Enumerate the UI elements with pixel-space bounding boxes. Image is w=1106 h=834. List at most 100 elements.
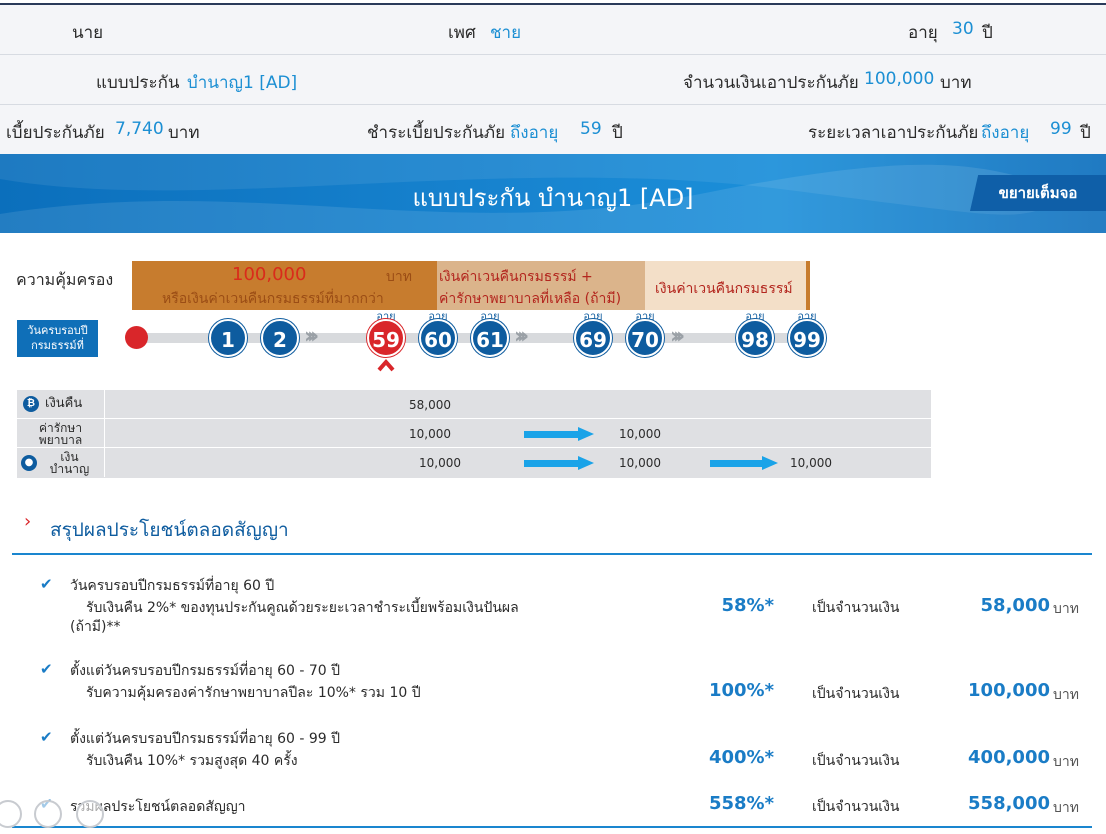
summary-item-heading: วันครบรอบปีกรมธรรม์ที่อายุ 60 ปี (70, 578, 275, 594)
check-icon: ✔ (40, 728, 53, 746)
chevron-right-icon: ››› (670, 324, 685, 349)
benefit-value: 10,000 (409, 427, 451, 441)
coverage-amount: 100,000 (232, 264, 307, 285)
benefit-value: 10,000 (419, 456, 461, 470)
timeline-age-99: 99 (788, 319, 826, 357)
coverage-term-prefix: ถึงอายุ (981, 123, 1030, 143)
summary-item-percent: 400%* (708, 747, 774, 768)
sum-assured-label: จำนวนเงินเอาประกันภัย (683, 73, 859, 93)
coverage-segment-death-benefit: 100,000 บาท หรือเงินค่าเวนคืนกรมธรรม์ที่… (132, 261, 437, 310)
summary-item-as-amount: เป็นจำนวนเงิน (812, 686, 900, 702)
summary-item-amount: 100,000 (968, 680, 1050, 701)
anniversary-badge: วันครบรอบปี กรมธรรม์ที่ (17, 320, 98, 357)
benefit-value: 10,000 (619, 456, 661, 470)
summary-item-unit: บาท (1053, 754, 1079, 770)
summary-total-amount: 558,000 (968, 793, 1050, 814)
coverage-unit: บาท (386, 269, 412, 285)
timeline-age-70: 70 (626, 319, 664, 357)
coverage-segment-surrender-medical: เงินค่าเวนคืนกรมธรรม์ + ค่ารักษาพยาบาลที… (437, 261, 645, 310)
summary-total-percent: 558%* (708, 793, 774, 814)
summary-item-detail-cont: (ถ้ามี)** (70, 619, 121, 635)
plan-value: บำนาญ1 [AD] (187, 73, 298, 93)
benefit-name: เงินคืน (45, 396, 83, 411)
summary-item-detail: รับความคุ้มครองค่ารักษาพยาบาลปีละ 10%* ร… (86, 685, 421, 701)
benefit-name-line2: บำนาญ (49, 462, 90, 476)
summary-item-amount: 58,000 (980, 595, 1050, 616)
benefit-row-label: ● เงิน บำนาญ (17, 448, 105, 477)
premium-label: เบี้ยประกันภัย (6, 123, 105, 143)
chevron-right-icon: ››› (304, 324, 319, 349)
coverage-sub: หรือเงินค่าเวนคืนกรมธรรม์ที่มากกว่า (162, 291, 384, 307)
gender-value: ชาย (490, 23, 522, 43)
summary-item-amount: 400,000 (968, 747, 1050, 768)
timeline-age-60: 60 (419, 319, 457, 357)
benefit-value: 10,000 (619, 427, 661, 441)
benefit-row-cashback: ₿ เงินคืน 58,000 (17, 390, 931, 419)
banner-title: แบบประกัน บำนาญ1 [AD] (412, 184, 694, 212)
arrow-right-icon (524, 456, 594, 470)
timeline-age-98: 98 (736, 319, 774, 357)
summary-total-as-amount: เป็นจำนวนเงิน (812, 799, 900, 815)
coverage-term-value: 99 (1050, 119, 1072, 139)
fullscreen-button[interactable]: ขยายเต็มจอ (970, 175, 1106, 211)
more-icon[interactable] (76, 800, 104, 828)
benefit-row-annuity: ● เงิน บำนาญ 10,000 10,000 10,000 (17, 448, 931, 477)
benefit-row-label: ค่ารักษา พยาบาล (17, 419, 105, 448)
chevron-right-icon[interactable]: › (24, 511, 31, 532)
coverage-term-unit: ปี (1080, 123, 1091, 143)
pay-term-prefix: ถึงอายุ (510, 123, 559, 143)
timeline-age-69: 69 (574, 319, 612, 357)
timeline-age-59: 59 (367, 319, 405, 357)
summary-item-percent: 58%* (721, 595, 775, 616)
info-row-plan: แบบประกัน บำนาญ1 [AD] จำนวนเงินเอาประกัน… (0, 55, 1106, 105)
gender-label: เพศ (448, 23, 476, 43)
info-row-personal: นาย เพศ ชาย อายุ 30 ปี (0, 3, 1106, 55)
plan-banner: แบบประกัน บำนาญ1 [AD] (0, 154, 1106, 233)
summary-item-detail: รับเงินคืน 2%* ของทุนประกันคูณด้วยระยะเว… (86, 600, 519, 616)
check-icon: ✔ (40, 660, 53, 678)
arrow-right-icon (710, 456, 778, 470)
overlay-controls (0, 796, 110, 834)
anniversary-line1: วันครบรอบปี (27, 324, 88, 337)
benefit-value: 10,000 (790, 456, 832, 470)
sum-assured-value: 100,000 (864, 69, 935, 89)
coverage-segment-surrender: เงินค่าเวนคืนกรมธรรม์ (645, 261, 810, 310)
current-age-marker-icon (377, 358, 395, 372)
pay-term-label: ชำระเบี้ยประกันภัย (367, 123, 506, 143)
piggy-bank-icon: ● (21, 455, 37, 471)
summary-item-as-amount: เป็นจำนวนเงิน (812, 753, 900, 769)
info-row-premium: เบี้ยประกันภัย 7,740 บาท ชำระเบี้ยประกัน… (0, 105, 1106, 155)
chevron-right-icon: ››› (514, 324, 529, 349)
summary-item-unit: บาท (1053, 601, 1079, 617)
sum-assured-unit: บาท (940, 73, 972, 93)
benefit-table: ₿ เงินคืน 58,000 ค่ารักษา พยาบาล 10,000 … (17, 390, 931, 478)
summary-divider (12, 553, 1092, 555)
title-label: นาย (72, 23, 104, 43)
summary-item-heading: ตั้งแต่วันครบรอบปีกรมธรรม์ที่อายุ 60 - 7… (70, 663, 341, 679)
summary-title[interactable]: สรุปผลประโยชน์ตลอดสัญญา (50, 515, 289, 545)
check-icon: ✔ (40, 575, 53, 593)
benefit-row-label: ₿ เงินคืน (17, 390, 105, 419)
arrow-right-icon (524, 427, 594, 441)
copy-icon[interactable] (0, 800, 22, 828)
benefit-value: 58,000 (409, 398, 451, 412)
premium-unit: บาท (168, 123, 200, 143)
summary-item-heading: ตั้งแต่วันครบรอบปีกรมธรรม์ที่อายุ 60 - 9… (70, 731, 341, 747)
pay-term-unit: ปี (612, 123, 623, 143)
coin-icon: ₿ (23, 396, 39, 412)
age-unit: ปี (982, 23, 993, 43)
benefit-name-line2: พยาบาล (38, 433, 83, 447)
zoom-icon[interactable] (34, 800, 62, 828)
coverage-seg3-line1: เงินค่าเวนคืนกรมธรรม์ (655, 281, 793, 297)
summary-bottom-divider (12, 826, 1092, 828)
timeline-age-61: 61 (471, 319, 509, 357)
age-label: อายุ (908, 23, 938, 43)
timeline-start-dot (125, 326, 148, 349)
premium-value: 7,740 (115, 119, 164, 139)
benefit-row-medical: ค่ารักษา พยาบาล 10,000 10,000 (17, 419, 931, 448)
timeline-year-2: 2 (261, 319, 299, 357)
pay-term-value: 59 (580, 119, 602, 139)
coverage-label: ความคุ้มครอง (16, 270, 114, 289)
plan-label: แบบประกัน (96, 73, 180, 93)
age-value: 30 (952, 19, 974, 39)
